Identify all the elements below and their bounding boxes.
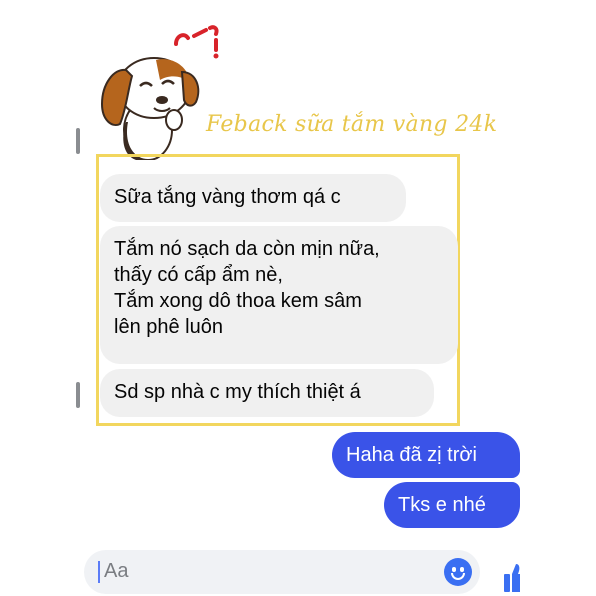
thumbs-up-icon[interactable]	[504, 562, 520, 592]
smiley-icon[interactable]	[444, 558, 472, 586]
outgoing-message[interactable]: Tks e nhé	[384, 482, 520, 528]
message-input[interactable]: Aa	[104, 560, 128, 583]
text-caret	[98, 561, 100, 583]
edge-indicator	[76, 382, 80, 408]
incoming-message[interactable]: Sữa tắng vàng thơm qá c	[100, 174, 406, 222]
message-composer[interactable]: Aa	[84, 550, 480, 594]
puppy-sticker-icon	[100, 25, 219, 160]
incoming-message[interactable]: Tắm nó sạch da còn mịn nữa, thấy có cấp …	[100, 226, 458, 364]
chat-screen: Feback sữa tắm vàng 24k Sữa tắng vàng th…	[76, 0, 520, 596]
incoming-message[interactable]: Sd sp nhà c my thích thiệt á	[100, 369, 434, 417]
outgoing-message[interactable]: Haha đã zị trời	[332, 432, 520, 478]
edge-indicator	[76, 128, 80, 154]
sticker-caption: Feback sữa tắm vàng 24k	[206, 112, 498, 137]
